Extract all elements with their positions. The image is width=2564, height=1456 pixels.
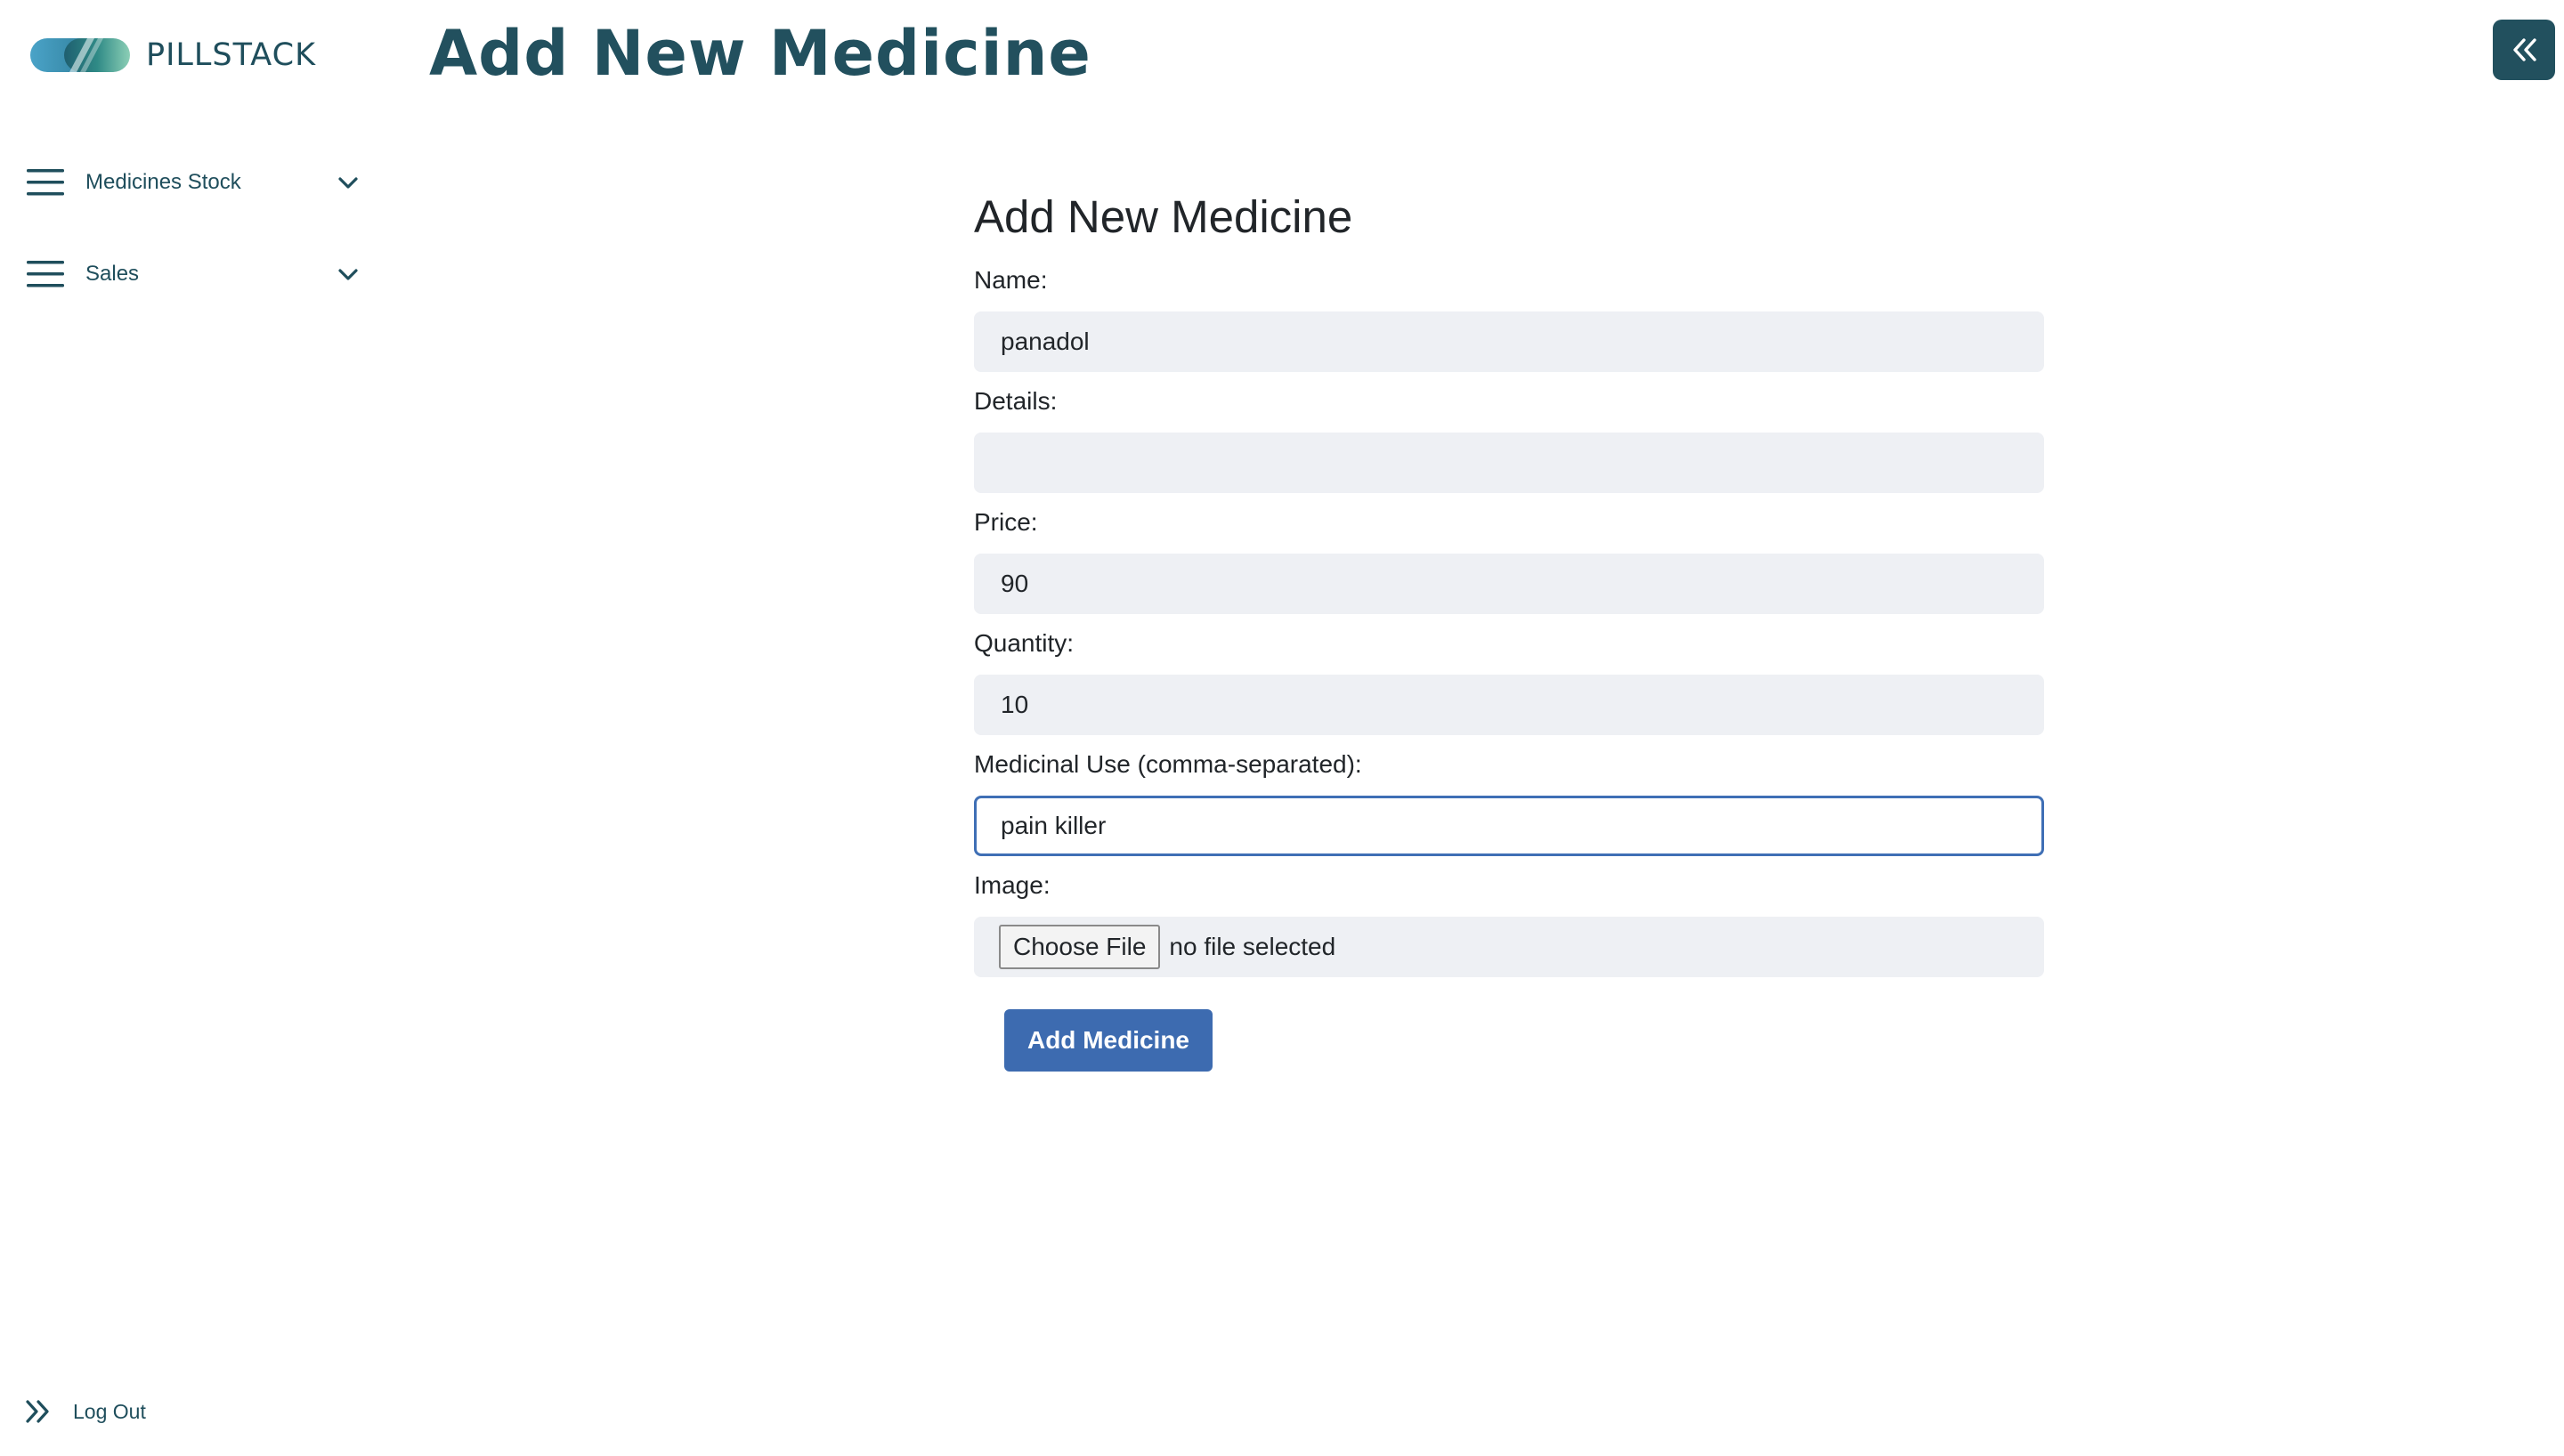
logout-link[interactable]: Log Out <box>23 1394 146 1429</box>
sidebar: PILLSTACK Medicines Stock Sales Log Out <box>0 0 392 1456</box>
image-file-input: Choose File no file selected <box>974 917 2044 977</box>
sidebar-item-sales[interactable]: Sales <box>27 247 360 301</box>
page-title: Add New Medicine <box>429 17 1091 90</box>
name-input[interactable] <box>974 311 2044 372</box>
price-label: Price: <box>974 508 1038 536</box>
sidebar-item-label: Sales <box>85 262 140 286</box>
chevron-down-icon[interactable] <box>337 263 360 286</box>
medicinal-use-label: Medicinal Use (comma-separated): <box>974 750 1362 778</box>
medicinal-use-input[interactable] <box>974 796 2044 856</box>
logout-label: Log Out <box>73 1399 146 1423</box>
quantity-input[interactable] <box>974 675 2044 735</box>
menu-icon <box>27 261 64 287</box>
add-medicine-button[interactable]: Add Medicine <box>1004 1009 1213 1072</box>
details-label: Details: <box>974 387 1058 415</box>
quantity-label: Quantity: <box>974 629 1075 657</box>
details-input[interactable] <box>974 433 2044 493</box>
image-label: Image: <box>974 871 1051 899</box>
brand-name: PILLSTACK <box>146 37 317 73</box>
add-medicine-form: Add New Medicine Name: Details: Price: Q… <box>974 178 2044 1072</box>
form-heading: Add New Medicine <box>974 191 1353 242</box>
collapse-sidebar-button[interactable] <box>2493 20 2555 80</box>
name-label: Name: <box>974 266 1048 294</box>
double-chevron-right-icon <box>26 1400 49 1423</box>
menu-icon <box>27 169 64 196</box>
double-chevron-left-icon <box>2513 38 2536 61</box>
sidebar-item-medicines-stock[interactable]: Medicines Stock <box>27 156 360 209</box>
choose-file-button[interactable]: Choose File <box>999 925 1161 969</box>
file-status: no file selected <box>1169 933 1336 960</box>
price-input[interactable] <box>974 554 2044 614</box>
brand: PILLSTACK <box>28 32 316 78</box>
chevron-down-icon[interactable] <box>337 171 360 194</box>
pill-capsule-logo-icon <box>30 38 130 72</box>
sidebar-item-label: Medicines Stock <box>85 170 241 194</box>
